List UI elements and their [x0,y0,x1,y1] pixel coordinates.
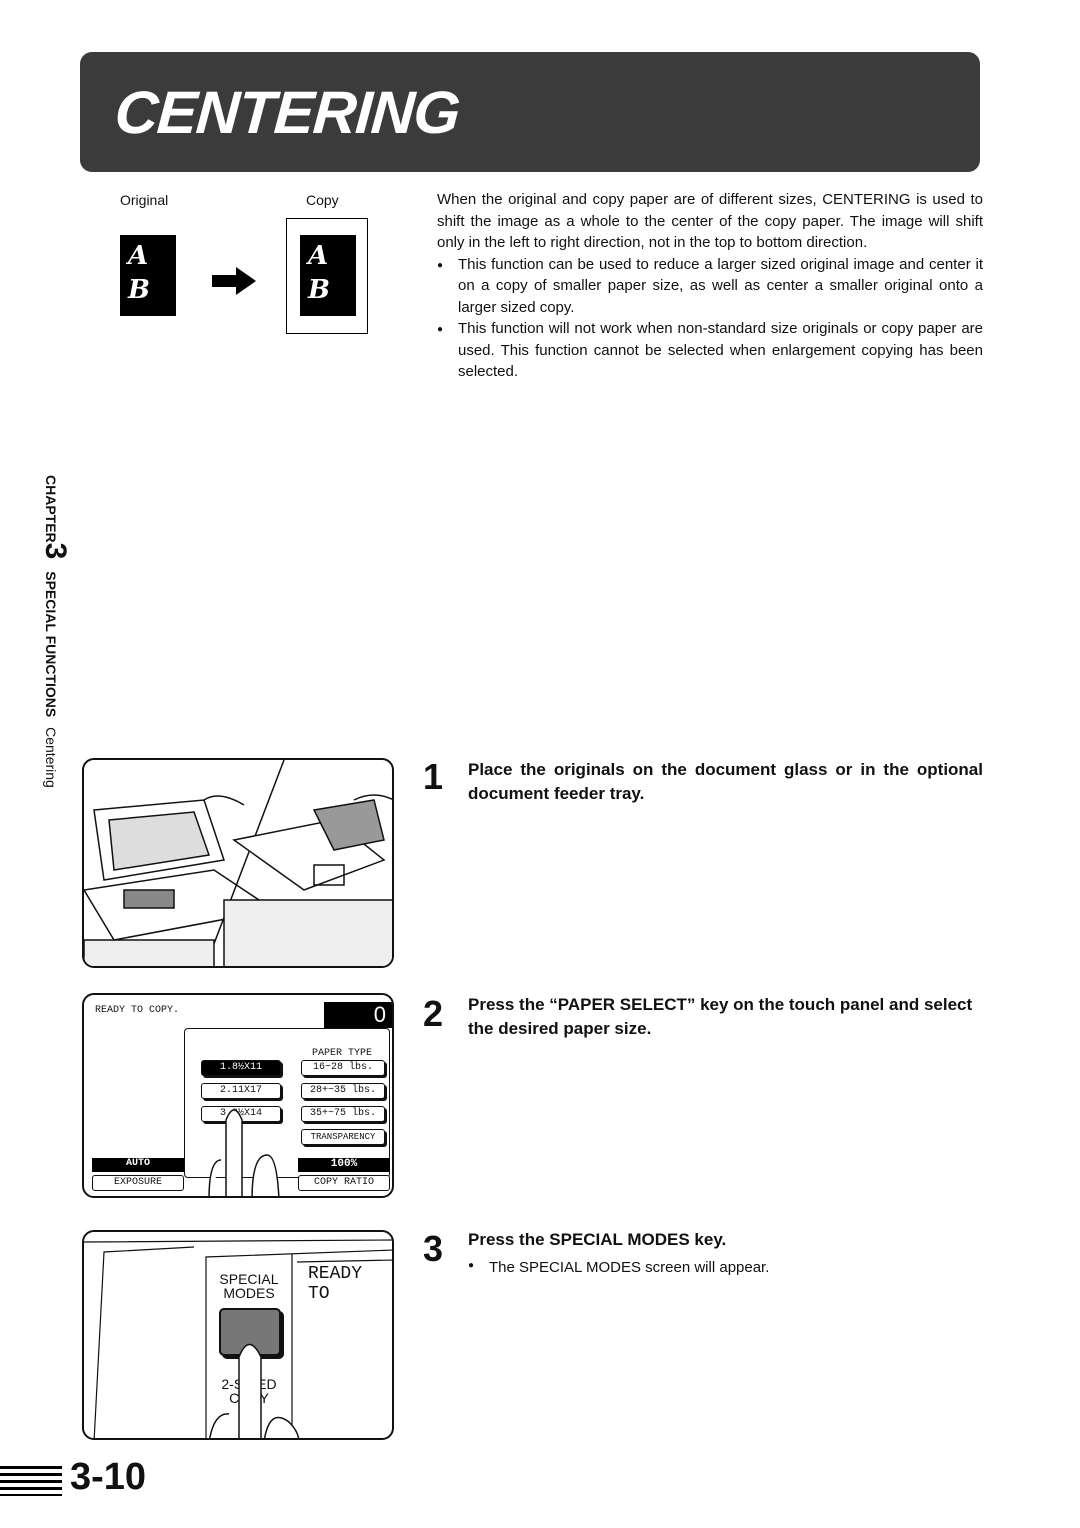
ratio-value: 100% [298,1158,390,1172]
step-number: 3 [423,1228,444,1269]
subsection-label: Centering [43,727,59,788]
page-title: CENTERING [112,79,462,146]
step-heading: Press the SPECIAL MODES key. [468,1230,727,1249]
step-number: 2 [423,993,444,1034]
paper-type-2[interactable]: 28+~35 lbs. [301,1083,385,1099]
chapter-label: CHAPTER [43,475,59,543]
letter-a: A [308,241,329,271]
letter-b: B [308,275,330,305]
chapter-tab: CHAPTER3 SPECIAL FUNCTIONS Centering [38,475,72,788]
original-label: Original [120,192,169,208]
paper-type-3[interactable]: 35+~75 lbs. [301,1106,385,1122]
step-heading: Press the “PAPER SELECT” key on the touc… [468,995,973,1038]
section-label: SPECIAL FUNCTIONS [43,571,59,718]
hand-pointer-icon [208,1109,280,1196]
page-marker-lines [0,1466,62,1496]
paper-size-1[interactable]: 1.8½X11 [201,1060,281,1076]
intro-text: When the original and copy paper are of … [437,189,983,383]
special-modes-label: SPECIAL MODES [219,1271,279,1301]
panel-status: READY TO COPY. [95,1005,180,1016]
copy-count: 0 [324,1002,392,1028]
intro-bullet: This function will not work when non-sta… [437,318,983,383]
arrow-right-icon [212,267,256,295]
page-number: 3-10 [70,1456,147,1498]
touch-panel-illustration: READY TO COPY. 0 1.8½X11 2.11X17 3.8½X14… [82,993,394,1198]
letter-b: B [128,275,150,305]
hand-pointer-icon [209,1343,300,1438]
copier-drawing [84,760,392,966]
paper-type-label: PAPER TYPE [312,1048,373,1059]
display-text: READY TO [308,1264,363,1304]
copy-label: Copy [306,192,339,208]
exposure-value: AUTO [92,1158,184,1172]
paper-type-1[interactable]: 16~28 lbs. [301,1060,385,1076]
letter-a: A [128,241,149,271]
copier-illustration [82,758,394,968]
paper-type-4[interactable]: TRANSPARENCY [301,1129,385,1145]
step-bullet: The SPECIAL MODES screen will appear. [468,1259,1080,1276]
step-number: 1 [423,756,444,797]
step-heading: Place the originals on the document glas… [468,760,983,803]
chapter-number: 3 [39,542,72,560]
copy-image: AB [300,235,356,316]
exposure-button[interactable]: EXPOSURE [92,1175,184,1191]
original-image: AB [120,235,176,316]
intro-paragraph: When the original and copy paper are of … [437,191,983,251]
intro-bullet: This function can be used to reduce a la… [437,254,983,319]
copy-ratio-button[interactable]: COPY RATIO [298,1175,390,1191]
operation-panel-illustration: SPECIAL MODES 2-SIDED COPY READY TO [82,1230,394,1440]
